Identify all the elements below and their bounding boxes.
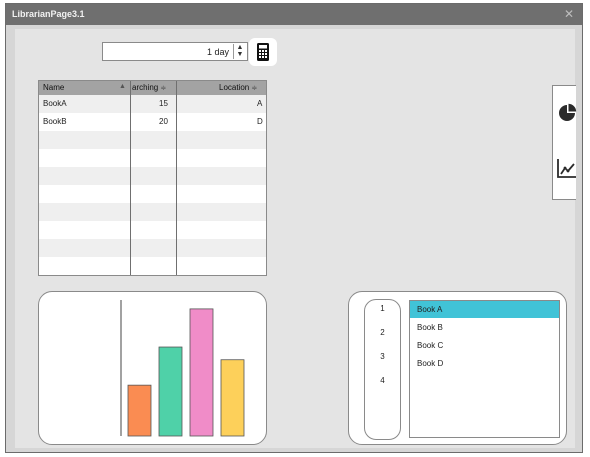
cell-name: BookB — [43, 117, 67, 126]
pie-chart-icon[interactable] — [557, 103, 577, 123]
table-row[interactable] — [39, 185, 266, 203]
list-item-book[interactable]: Book C — [410, 337, 559, 354]
column-header-location[interactable]: Location ≑ — [219, 83, 257, 92]
duration-value: 1 day — [206, 47, 229, 57]
bar-chart-panel — [38, 291, 267, 445]
sort-icon: ≑ — [251, 85, 258, 92]
row-number: 1 — [380, 304, 385, 313]
table-row[interactable] — [39, 167, 266, 185]
chart-bar-3 — [189, 308, 214, 437]
duration-stepper[interactable]: 1 day ▲ ▼ — [102, 42, 248, 61]
cell-name: BookA — [43, 99, 67, 108]
close-icon[interactable]: ✕ — [564, 7, 574, 21]
book-list[interactable]: Book A Book B Book C Book D — [409, 300, 560, 438]
calculator-button[interactable] — [249, 38, 277, 66]
up-down-arrows-icon[interactable]: ▲ ▼ — [233, 44, 246, 59]
chart-bar-1 — [127, 384, 152, 437]
table-header: Name ▲ arching ≑ Location ≑ — [39, 81, 266, 95]
table-row[interactable] — [39, 203, 266, 221]
sort-icon: ≑ — [160, 85, 167, 92]
column-header-searching[interactable]: arching ≑ — [132, 83, 166, 92]
table-row[interactable] — [39, 257, 266, 275]
table-row[interactable] — [39, 221, 266, 239]
table-row[interactable]: BookB 20 D — [39, 113, 266, 131]
book-list-panel: 1 2 3 4 Book A Book B Book C Book D — [348, 291, 567, 445]
bar-chart — [120, 300, 245, 437]
chart-bar-4 — [220, 359, 245, 437]
list-item-book[interactable]: Book D — [410, 355, 559, 372]
window-title: LibrarianPage3.1 — [12, 9, 85, 19]
books-table[interactable]: BookA 15 A BookB 20 D Name ▲ arching ≑ Locati… — [38, 80, 267, 276]
table-row[interactable] — [39, 239, 266, 257]
row-number: 4 — [380, 376, 385, 385]
row-number: 3 — [380, 352, 385, 361]
line-chart-icon[interactable] — [557, 158, 577, 178]
row-number: 2 — [380, 328, 385, 337]
title-bar[interactable]: LibrarianPage3.1 ✕ — [6, 4, 582, 25]
cell-location: D — [257, 117, 263, 126]
cell-location: A — [257, 99, 263, 108]
column-divider — [176, 81, 177, 275]
table-row[interactable] — [39, 131, 266, 149]
app-window: LibrarianPage3.1 ✕ 1 day ▲ ▼ BookA 15 A … — [5, 3, 583, 453]
list-item-book[interactable]: Book A — [410, 301, 559, 318]
number-column[interactable]: 1 2 3 4 — [364, 299, 401, 440]
window-content: 1 day ▲ ▼ BookA 15 A BookB 20 D Name ▲ a… — [15, 29, 577, 448]
cell-searching: 15 — [159, 99, 168, 108]
sort-asc-icon[interactable]: ▲ — [119, 83, 126, 90]
cell-searching: 20 — [159, 117, 168, 126]
list-item-book[interactable]: Book B — [410, 319, 559, 336]
column-header-name[interactable]: Name — [43, 83, 64, 92]
chart-type-panel — [552, 85, 577, 200]
chart-bar-2 — [158, 346, 183, 437]
table-row[interactable] — [39, 149, 266, 167]
column-divider — [130, 81, 131, 275]
table-row[interactable]: BookA 15 A — [39, 95, 266, 113]
calculator-icon — [257, 43, 269, 61]
